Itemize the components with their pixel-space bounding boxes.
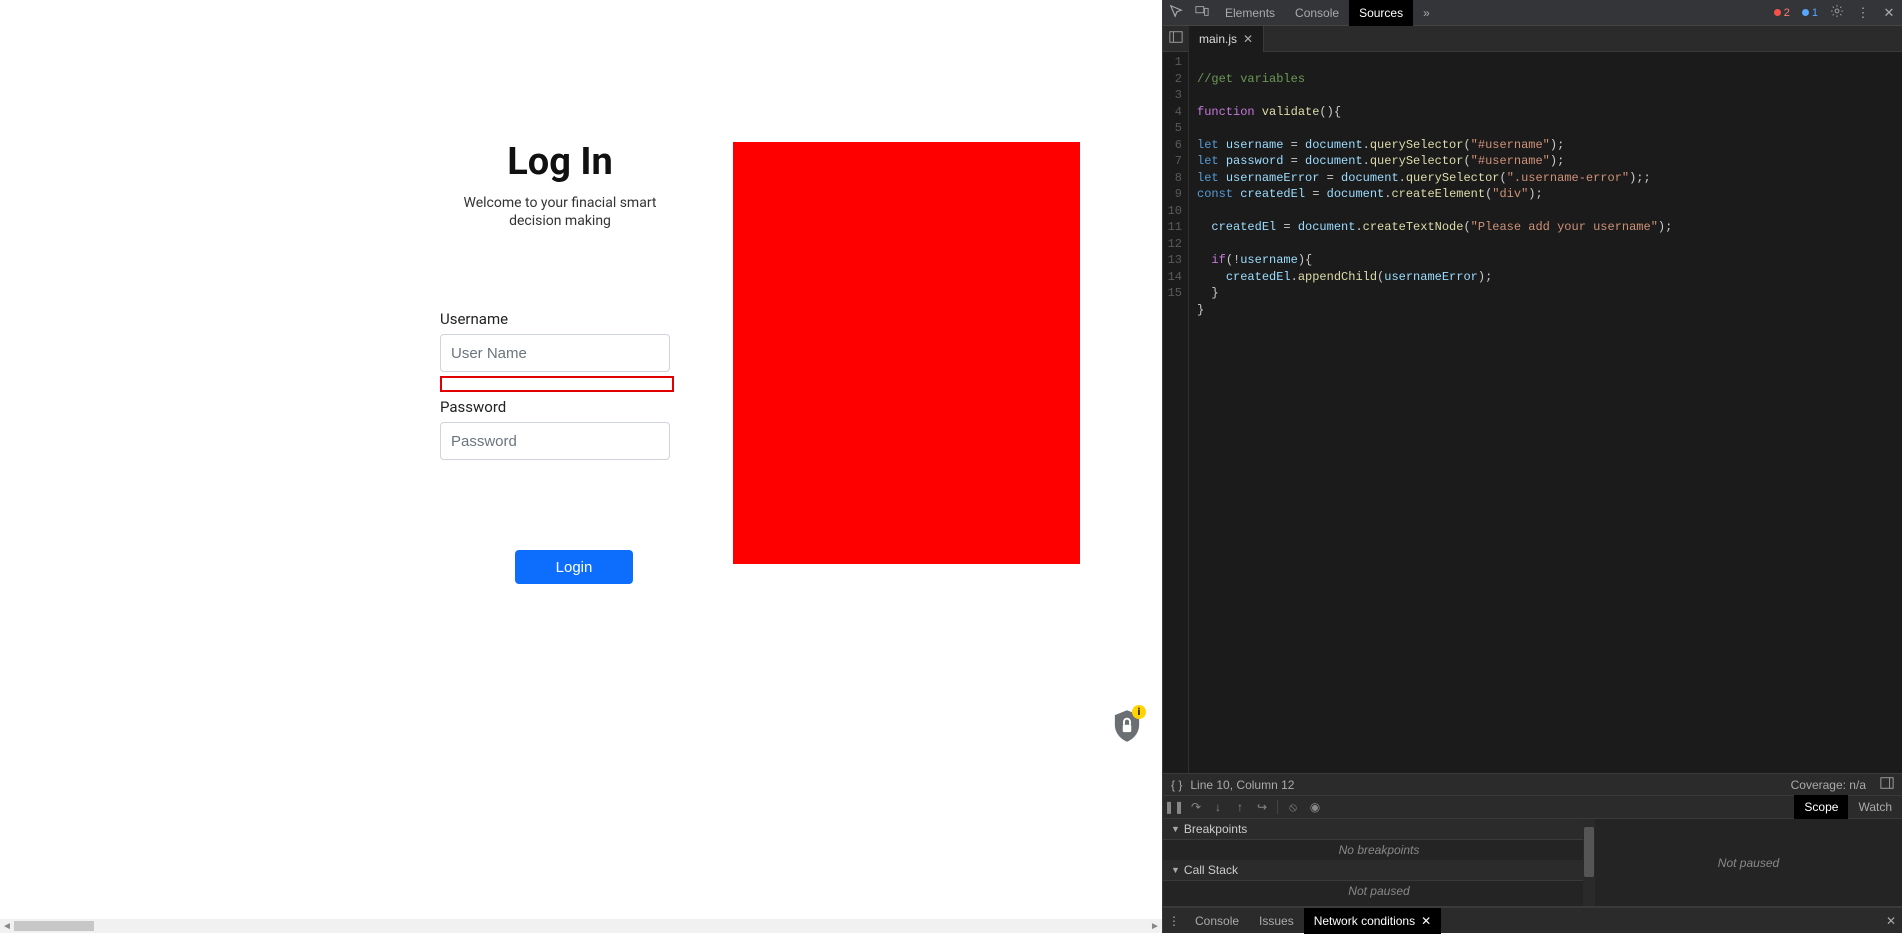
drawer-tab-network-conditions[interactable]: Network conditions ✕ [1304,908,1441,934]
step-icon[interactable]: ↪ [1251,800,1273,814]
scroll-right-arrow-icon[interactable]: ► [1148,921,1162,932]
scope-panel: Not paused [1595,819,1902,906]
breakpoints-header-label: Breakpoints [1184,822,1247,836]
breakpoints-header[interactable]: ▼ Breakpoints [1163,819,1595,840]
password-label: Password [440,398,680,416]
devtools-panel: Elements Console Sources » 2 1 ⋮ ✕ main.… [1162,0,1902,933]
scroll-thumb[interactable] [1584,827,1594,877]
step-into-icon[interactable]: ↓ [1207,800,1229,814]
breakpoints-body: No breakpoints [1163,840,1595,860]
settings-gear-icon[interactable] [1824,4,1850,21]
debugger-left-panel: ▼ Breakpoints No breakpoints ▼ Call Stac… [1163,819,1595,906]
password-input[interactable] [440,422,670,460]
tab-console[interactable]: Console [1285,0,1349,26]
deactivate-breakpoints-icon[interactable]: ⦸ [1282,800,1304,815]
red-placeholder-box [733,142,1080,564]
error-count: 2 [1784,7,1790,19]
login-subtitle: Welcome to your finacial smart decision … [440,194,680,230]
username-block: Username [440,310,680,392]
callstack-header-label: Call Stack [1184,863,1238,877]
step-out-icon[interactable]: ↑ [1229,800,1251,814]
editor-status-bar: { } Line 10, Column 12 Coverage: n/a [1163,773,1902,795]
scroll-track[interactable] [14,921,1148,931]
username-error-box [440,376,674,392]
drawer-tab-label: Network conditions [1314,908,1415,934]
close-file-tab-icon[interactable]: ✕ [1243,26,1253,52]
password-block: Password [440,398,680,460]
security-shield-icon[interactable]: i [1112,709,1142,743]
tab-sources[interactable]: Sources [1349,0,1413,26]
info-count: 1 [1812,7,1818,19]
scope-not-paused: Not paused [1718,856,1779,870]
chevron-down-icon: ▼ [1171,865,1180,875]
drawer-tab-console[interactable]: Console [1185,908,1249,934]
chevron-down-icon: ▼ [1171,824,1180,834]
close-devtools-icon[interactable]: ✕ [1876,5,1902,21]
pretty-print-icon[interactable]: { } [1171,778,1182,792]
panel-vertical-scrollbar[interactable] [1583,819,1595,906]
drawer-menu-icon[interactable]: ⋮ [1163,914,1185,928]
step-over-icon[interactable]: ↷ [1185,800,1207,814]
login-button[interactable]: Login [515,550,633,584]
tab-more[interactable]: » [1413,0,1440,26]
file-tab-mainjs[interactable]: main.js ✕ [1189,26,1264,52]
inspect-element-icon[interactable] [1163,4,1189,21]
rendered-page: Log In Welcome to your finacial smart de… [0,0,1162,933]
more-menu-icon[interactable]: ⋮ [1850,5,1876,21]
login-form: Log In Welcome to your finacial smart de… [440,140,680,584]
tab-watch[interactable]: Watch [1848,795,1902,819]
code-content[interactable]: //get variables function validate(){ let… [1189,52,1902,773]
info-count-badge[interactable]: 1 [1796,7,1824,19]
debugger-controls: ❚❚ ↷ ↓ ↑ ↪ ⦸ ◉ Scope Watch [1163,795,1902,819]
username-label: Username [440,310,680,328]
login-title: Log In [440,140,680,184]
page-horizontal-scrollbar[interactable]: ◄ ► [0,919,1162,933]
navigator-toggle-icon[interactable] [1163,30,1189,47]
debugger-lower-panels: ▼ Breakpoints No breakpoints ▼ Call Stac… [1163,819,1902,907]
line-gutter: 1 2 3 4 5 6 7 8 9 10 11 12 13 14 15 [1163,52,1189,773]
tab-scope[interactable]: Scope [1794,795,1848,819]
callstack-body: Not paused [1163,881,1595,901]
pause-resume-icon[interactable]: ❚❚ [1163,800,1185,814]
code-editor[interactable]: 1 2 3 4 5 6 7 8 9 10 11 12 13 14 15 //ge… [1163,52,1902,773]
shield-info-badge: i [1132,705,1146,719]
scroll-left-arrow-icon[interactable]: ◄ [0,921,14,932]
scroll-thumb[interactable] [14,921,94,931]
close-drawer-icon[interactable]: ✕ [1880,914,1902,928]
coverage-status: Coverage: n/a [1791,778,1866,792]
devtools-drawer: ⋮ Console Issues Network conditions ✕ ✕ [1163,907,1902,933]
error-count-badge[interactable]: 2 [1768,7,1796,19]
tab-elements[interactable]: Elements [1215,0,1285,26]
pause-on-exceptions-icon[interactable]: ◉ [1304,800,1326,814]
cursor-position: Line 10, Column 12 [1190,778,1294,792]
drawer-tab-issues[interactable]: Issues [1249,908,1304,934]
sources-sub-toolbar: main.js ✕ [1163,26,1902,52]
sidebar-toggle-icon[interactable] [1880,776,1894,793]
devtools-toolbar: Elements Console Sources » 2 1 ⋮ ✕ [1163,0,1902,26]
callstack-header[interactable]: ▼ Call Stack [1163,860,1595,881]
close-drawer-tab-icon[interactable]: ✕ [1421,908,1431,934]
file-tab-label: main.js [1199,26,1237,52]
username-input[interactable] [440,334,670,372]
device-toolbar-icon[interactable] [1189,4,1215,21]
